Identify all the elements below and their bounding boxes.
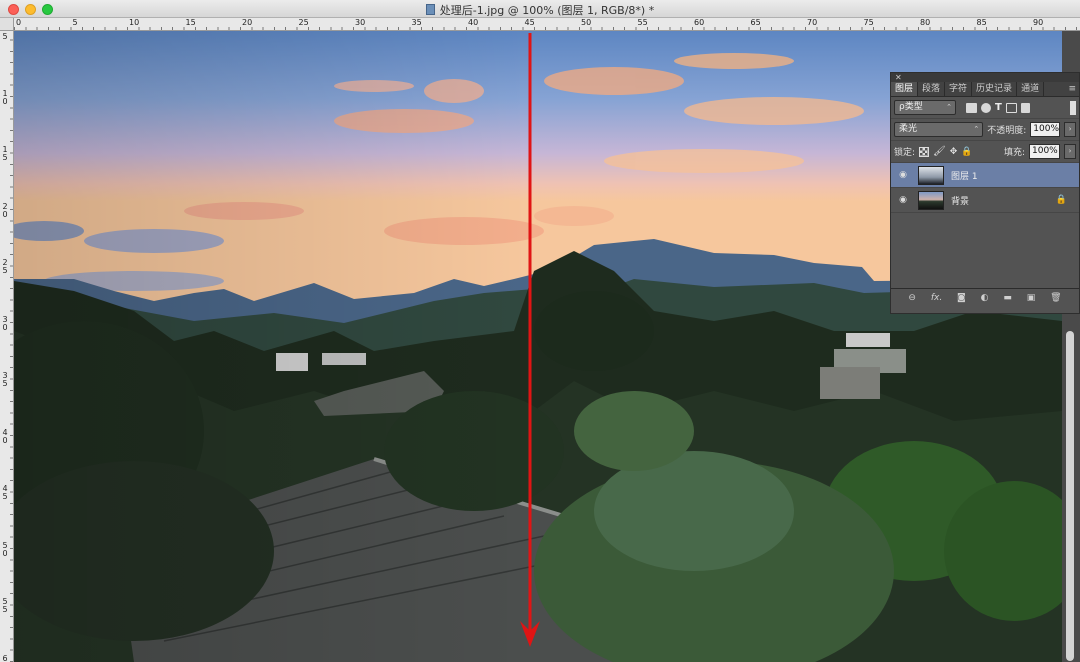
ruler-tick-label: 3 5 [2,371,8,388]
ruler-tick-label: 25 [298,18,309,27]
ruler-tick-label: 70 [807,18,818,27]
filter-pixel-icon[interactable] [966,102,977,113]
ruler-tick-label: 35 [411,18,422,27]
layer-row-background[interactable]: ◉ 背景 🔒 [891,188,1079,213]
chevron-down-icon: ⌃ [946,103,952,111]
filter-smart-object-icon[interactable] [1020,102,1030,113]
ruler-tick-label: 55 [637,18,648,27]
fill-dropdown-icon[interactable]: › [1064,144,1076,159]
ruler-tick-label: 5 5 [2,597,8,614]
visibility-eye-icon[interactable]: ◉ [896,195,910,205]
ruler-tick-label: 85 [976,18,987,27]
tab-channels[interactable]: 通道 [1017,82,1045,96]
vertical-ruler[interactable]: 5 1 0 1 5 2 0 2 5 3 0 3 5 4 0 4 5 5 0 5 5 6 0 [0,31,14,662]
chevron-down-icon: ⌃ [973,125,980,133]
layers-list: ◉ 图层 1 ◉ 背景 🔒 [891,163,1079,289]
ruler-tick-label: 45 [524,18,535,27]
filter-shape-icon[interactable] [1005,102,1017,113]
window-titlebar: 处理后-1.jpg @ 100% (图层 1, RGB/8*) * [0,0,1080,18]
ruler-tick-label: 2 0 [2,201,8,219]
opacity-label: 不透明度: [987,126,1027,136]
filter-type-icon[interactable]: T [995,102,1002,113]
visibility-eye-icon[interactable]: ◉ [896,170,910,180]
tab-history[interactable]: 历史记录 [972,82,1018,96]
layers-panel: ✕ 图层 段落 字符 历史记录 通道 ≡ ρ类型 ⌃ T 柔光 ⌃ 不透明度: 10… [890,72,1080,314]
ruler-tick-label: 30 [355,18,366,27]
panel-footer: ⊖ fx. ◙ ◐ ▬ ▣ 🗑 [891,289,1079,306]
delete-layer-icon[interactable]: 🗑 [1050,293,1061,303]
new-layer-icon[interactable]: ▣ [1027,293,1036,303]
ruler-tick-label: 5 [2,32,8,41]
window-title-container: 处理后-1.jpg @ 100% (图层 1, RGB/8*) * [0,2,1080,18]
link-layers-icon[interactable]: ⊖ [908,293,916,303]
ruler-tick-label: 80 [920,18,931,27]
ruler-tick-label: 3 0 [2,314,8,332]
panel-close-icon[interactable]: ✕ [895,73,902,82]
horizontal-ruler[interactable]: 05101520253035404550556065707580859095 [14,18,1080,31]
layer-filter-select[interactable]: ρ类型 ⌃ [894,100,956,115]
opacity-input[interactable]: 100% [1030,122,1061,137]
ruler-tick-label: 90 [1033,18,1044,27]
panel-menu-icon[interactable]: ≡ [1065,82,1079,96]
layer-name[interactable]: 图层 1 [951,169,978,182]
ruler-tick-label: 5 0 [2,540,8,558]
ruler-tick-label: 75 [863,18,874,27]
layer-filter-value: ρ类型 [899,102,923,112]
layer-thumbnail [918,165,944,185]
filter-toggle-icon[interactable] [1070,100,1076,115]
fill-label: 填充: [1003,148,1025,158]
lock-position-icon[interactable]: ✥ [950,147,958,157]
ruler-tick-label: 20 [242,18,253,27]
opacity-dropdown-icon[interactable]: › [1064,122,1076,137]
tab-paragraph[interactable]: 段落 [918,82,946,96]
ruler-tick-label: 50 [581,18,592,27]
ruler-tick-label: 0 [16,18,22,27]
scrollbar-thumb[interactable] [1066,331,1074,661]
layer-thumbnail [918,190,944,210]
ruler-tick-label: 65 [750,18,761,27]
panel-header[interactable]: ✕ [891,73,1079,82]
ruler-tick-label: 4 5 [2,484,8,501]
ruler-tick-label: 5 [72,18,78,27]
add-mask-icon[interactable]: ◙ [957,293,966,303]
filter-row: ρ类型 ⌃ T [891,97,1079,119]
layer-name[interactable]: 背景 [951,194,969,207]
ruler-tick-label: 6 0 [2,653,8,662]
adjustment-layer-icon[interactable]: ◐ [981,293,989,303]
layer-row-layer1[interactable]: ◉ 图层 1 [891,163,1079,188]
fill-input[interactable]: 100% [1029,144,1060,159]
ruler-tick-label: 60 [694,18,705,27]
filter-adjustment-icon[interactable] [981,102,991,113]
layer-effects-icon[interactable]: fx. [931,293,942,303]
ruler-tick-label: 4 0 [2,427,8,445]
layer-lock-icon: 🔒 [1055,195,1067,205]
panel-tabs: 图层 段落 字符 历史记录 通道 ≡ [891,82,1079,97]
lock-label: 锁定: [894,148,916,158]
tab-layers[interactable]: 图层 [891,82,919,96]
lock-paint-icon[interactable]: 🖌 [933,146,946,157]
ruler-tick-label: 1 5 [2,145,8,162]
new-group-icon[interactable]: ▬ [1003,293,1012,303]
lock-transparent-icon[interactable] [919,146,930,157]
ruler-origin[interactable] [0,18,14,31]
ruler-tick-label: 2 5 [2,258,8,275]
ruler-tick-label: 40 [468,18,479,27]
lock-all-icon[interactable]: 🔒 [961,147,972,157]
window-title: 处理后-1.jpg @ 100% (图层 1, RGB/8*) * [439,4,655,17]
tab-character[interactable]: 字符 [945,82,973,96]
document-icon [425,4,435,15]
blend-mode-select[interactable]: 柔光 ⌃ [894,122,984,137]
ruler-tick-label: 1 0 [2,88,8,106]
ruler-tick-label: 10 [129,18,140,27]
blend-row: 柔光 ⌃ 不透明度: 100% › [891,119,1079,141]
blend-mode-value: 柔光 [899,124,918,134]
ruler-tick-label: 15 [185,18,196,27]
lock-row: 锁定: 🖌 ✥ 🔒 填充: 100% › [891,141,1079,163]
